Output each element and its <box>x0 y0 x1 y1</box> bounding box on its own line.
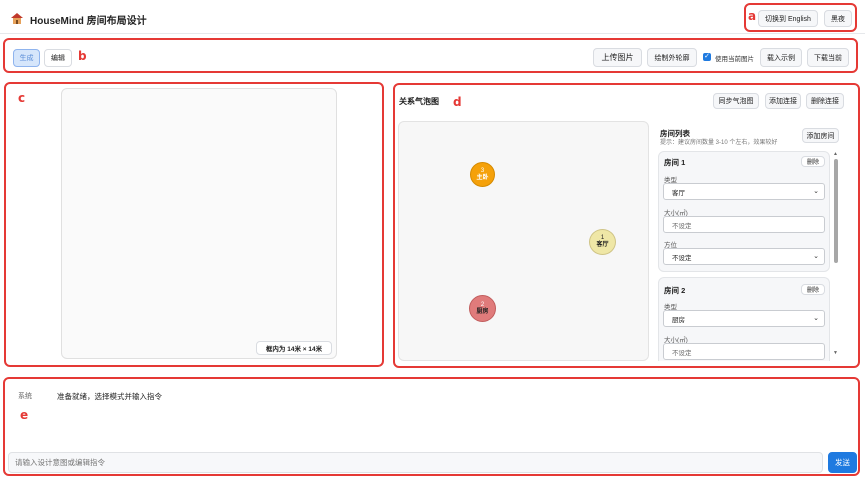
annotation-label-e: e <box>20 408 29 422</box>
annotation-box-e <box>3 377 860 476</box>
annotation-box-d <box>393 83 860 368</box>
app-title: HouseMind 房间布局设计 <box>30 16 147 27</box>
annotation-box-a <box>744 3 857 32</box>
annotation-label-c: c <box>18 91 26 105</box>
annotation-label-b: b <box>78 49 87 63</box>
logo-icon <box>10 12 24 25</box>
header-divider <box>0 33 865 34</box>
annotation-box-b <box>3 38 858 73</box>
annotation-label-d: d <box>453 95 462 109</box>
annotation-box-c <box>4 82 384 367</box>
annotation-label-a: a <box>748 9 757 23</box>
